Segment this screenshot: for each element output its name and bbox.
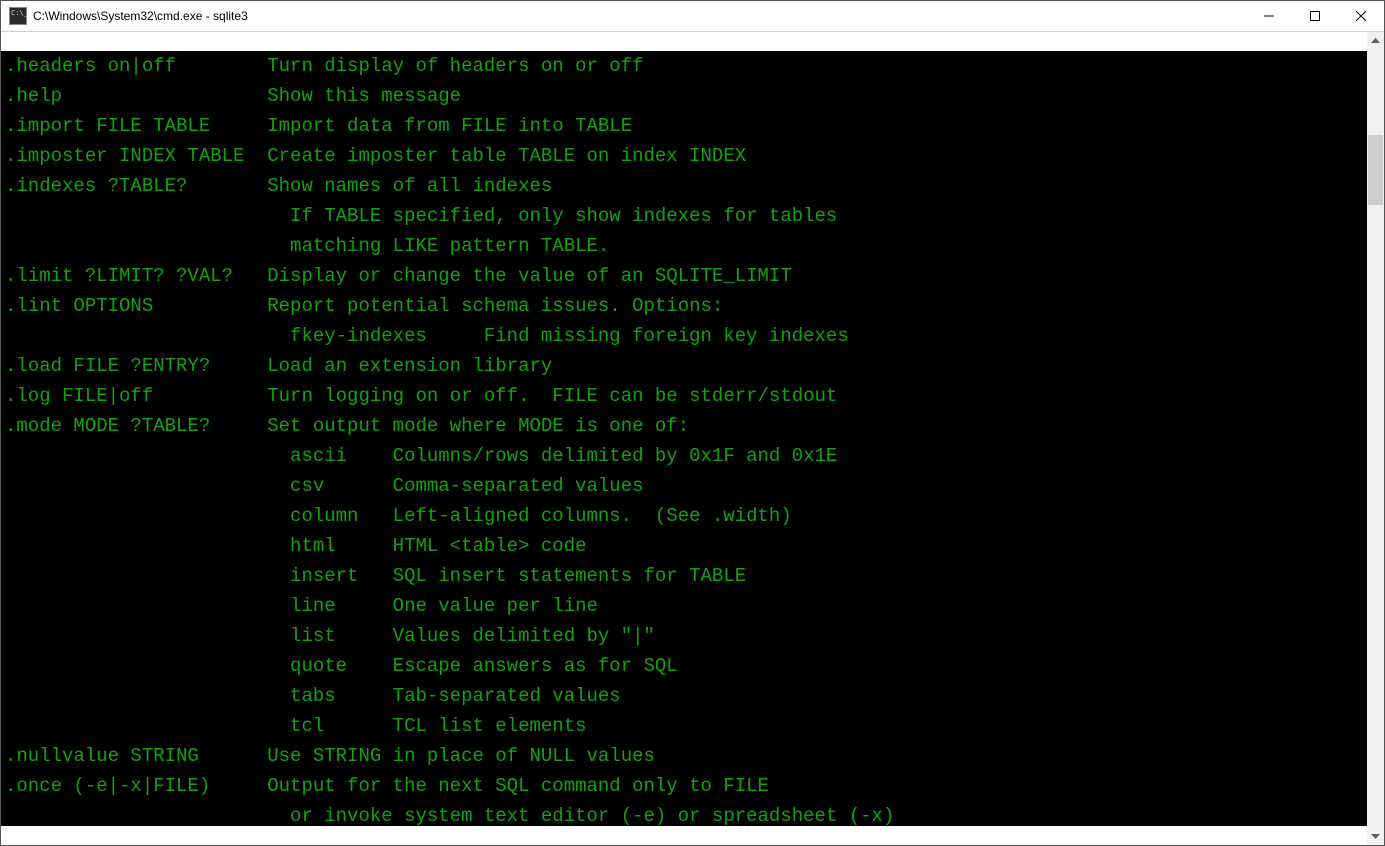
close-button[interactable] — [1338, 1, 1384, 31]
close-icon — [1356, 11, 1366, 21]
cmd-window: C:\Windows\System32\cmd.exe - sqlite3 .h… — [0, 0, 1385, 846]
cmd-app-icon — [9, 7, 27, 25]
minimize-icon — [1264, 11, 1274, 21]
maximize-icon — [1310, 11, 1320, 21]
scrollbar-thumb[interactable] — [1368, 135, 1383, 205]
scroll-down-button[interactable] — [1367, 828, 1384, 845]
scroll-up-button[interactable] — [1367, 32, 1384, 49]
client-area: .headers on|off Turn display of headers … — [1, 32, 1384, 845]
minimize-button[interactable] — [1246, 1, 1292, 31]
terminal-output[interactable]: .headers on|off Turn display of headers … — [1, 51, 1367, 826]
window-title: C:\Windows\System32\cmd.exe - sqlite3 — [33, 9, 1246, 23]
chevron-down-icon — [1371, 834, 1380, 839]
scrollbar-track[interactable] — [1367, 49, 1384, 828]
chevron-up-icon — [1371, 38, 1380, 43]
titlebar[interactable]: C:\Windows\System32\cmd.exe - sqlite3 — [1, 1, 1384, 32]
vertical-scrollbar[interactable] — [1367, 32, 1384, 845]
maximize-button[interactable] — [1292, 1, 1338, 31]
